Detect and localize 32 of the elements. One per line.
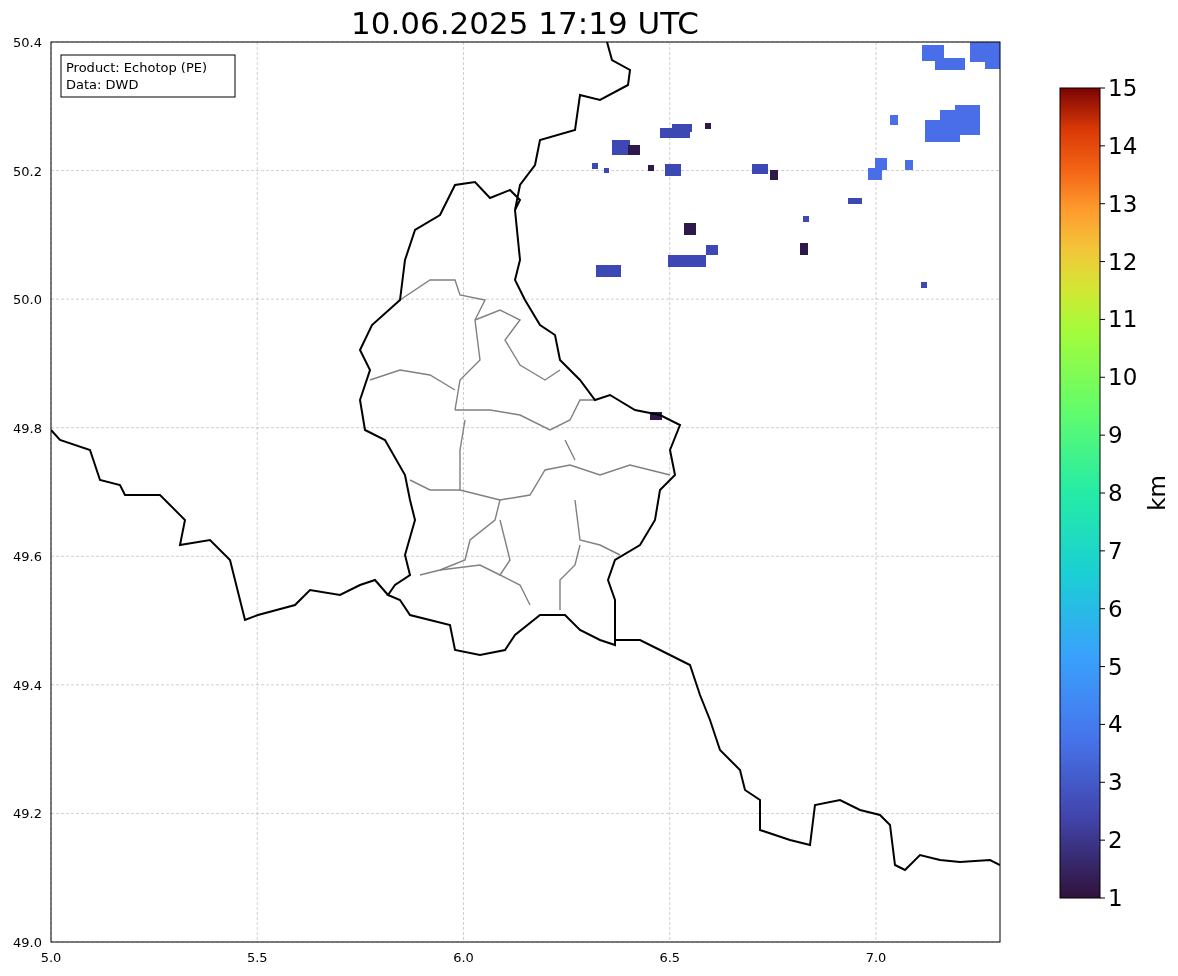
colorbar-tick-label: 8: [1108, 480, 1123, 506]
x-tick-label: 7.0: [865, 950, 887, 965]
colorbar-tick-label: 2: [1108, 827, 1123, 854]
colorbar-tick-label: 14: [1108, 132, 1138, 159]
colorbar-tick-label: 3: [1108, 769, 1123, 796]
y-tick-label: 50.4: [13, 35, 42, 50]
colorbar-tick-label: 6: [1108, 595, 1123, 622]
x-tick-label: 6.5: [659, 950, 681, 965]
colorbar-tick-label: 9: [1108, 422, 1123, 449]
colorbar-tick-label: 13: [1108, 190, 1138, 217]
chart-title: 10.06.2025 17:19 UTC: [351, 5, 699, 41]
colorbar-tick-label: 4: [1108, 711, 1123, 738]
colorbar-tick-label: 10: [1108, 364, 1138, 391]
y-tick-label: 49.0: [13, 935, 42, 950]
x-tick-label: 5.0: [40, 950, 62, 965]
info-text: Data: DWD: [66, 77, 139, 92]
y-tick-label: 49.2: [13, 806, 42, 822]
colorbar-tick-label: 7: [1108, 537, 1123, 564]
y-tick-label: 50.2: [13, 163, 42, 179]
colorbar-label: km: [1144, 475, 1170, 511]
colorbar-tick-label: 11: [1108, 306, 1138, 333]
colorbar-tick-label: 1: [1108, 885, 1123, 911]
y-tick-label: 49.6: [13, 549, 42, 565]
info-text: Product: Echotop (PE): [66, 60, 208, 75]
colorbar-tick-label: 12: [1108, 248, 1138, 275]
y-tick-label: 49.8: [13, 420, 42, 436]
colorbar-tick-label: 15: [1108, 75, 1138, 101]
x-tick-label: 5.5: [246, 950, 268, 965]
colorbar-tick-label: 5: [1108, 653, 1123, 680]
y-tick-label: 49.4: [13, 677, 42, 693]
y-tick-label: 50.0: [13, 292, 42, 308]
x-tick-label: 6.0: [453, 950, 474, 965]
